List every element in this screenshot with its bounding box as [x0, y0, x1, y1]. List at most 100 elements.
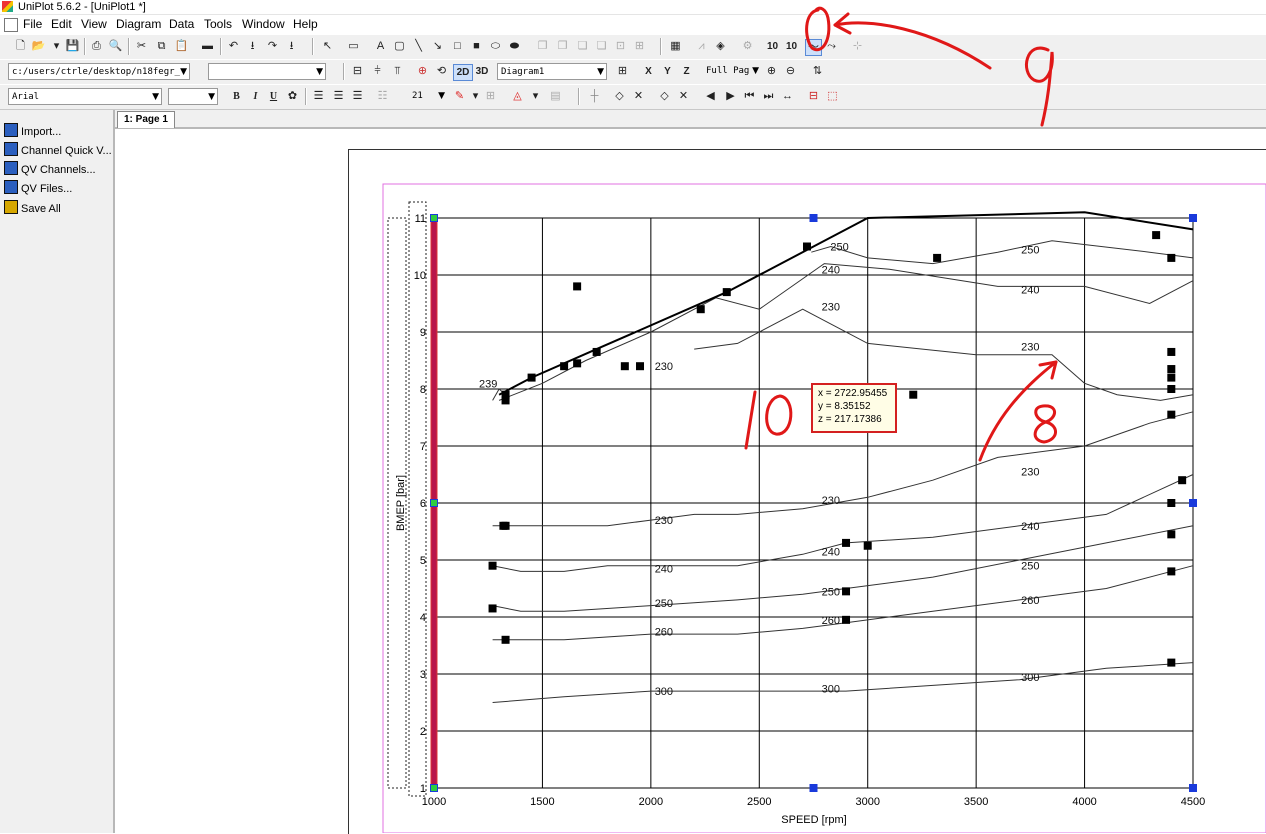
data-marker: [1167, 347, 1176, 356]
axis-handle: [431, 500, 437, 506]
tooltip-y: y = 8.35152: [818, 401, 871, 412]
x-tick-label: 4000: [1072, 796, 1096, 808]
annotation-arrow-8: [978, 360, 1058, 462]
contour-label: 300: [822, 683, 840, 695]
axis-handle: [431, 785, 437, 791]
y-tick-label: 5: [420, 555, 426, 567]
data-marker: [488, 604, 497, 613]
contour-label: 240: [822, 546, 840, 558]
y-tick-label: 10: [414, 270, 426, 282]
grid: [433, 217, 1194, 789]
y-tick-label: 3: [420, 669, 426, 681]
annotation-circle-mark: [805, 6, 831, 52]
y-tick-label: 4: [420, 612, 426, 624]
annotation-9: [1025, 46, 1054, 127]
contour-line-240: [492, 474, 1194, 572]
data-marker: [1167, 385, 1176, 393]
contour-label: 300: [655, 686, 673, 698]
data-marker: [1167, 567, 1176, 576]
tooltip-z: z = 217.17386: [818, 414, 882, 425]
y-tick-label: 6: [420, 498, 426, 510]
contour-label: 250: [655, 598, 673, 610]
contour-label: 260: [655, 626, 673, 638]
x-axis-label: SPEED [rpm]: [781, 814, 846, 826]
coordinate-tooltip: x = 2722.95455 y = 8.35152 z = 217.17386: [811, 383, 897, 433]
contour-label: 230: [822, 495, 840, 507]
contour-line-230: [694, 308, 1194, 401]
axis-handle: [431, 215, 437, 221]
contour-label: 230: [655, 515, 673, 527]
data-marker: [488, 561, 497, 570]
y-tick-label: 8: [420, 384, 426, 396]
contour-plot[interactable]: 2392502402302502402302302302302302402402…: [0, 0, 1266, 833]
contour-label: 230: [822, 301, 840, 313]
y-tick-label: 11: [415, 213, 426, 225]
data-marker: [560, 362, 569, 371]
data-marker: [1167, 365, 1176, 374]
contour-label: 260: [822, 615, 840, 627]
contour-label: 240: [1021, 521, 1039, 533]
x-tick-label: 4500: [1181, 796, 1205, 808]
x-tick-label: 3500: [964, 796, 988, 808]
contour-line-300: [492, 662, 1194, 703]
selection-handle[interactable]: [809, 784, 818, 792]
full-load-curve: [498, 211, 1194, 396]
x-tick-label: 2500: [747, 796, 771, 808]
contour-label: 250: [830, 242, 848, 254]
data-marker: [842, 538, 851, 547]
data-marker: [636, 362, 645, 371]
contour-label: 230: [1021, 341, 1039, 353]
selection-handle[interactable]: [1189, 784, 1197, 792]
y-tick-label: 1: [420, 783, 426, 795]
contour-line-250: [811, 240, 1194, 265]
data-marker: [1167, 253, 1176, 262]
data-marker: [527, 373, 536, 382]
data-marker: [802, 242, 811, 251]
axis-ticks: 1000 1500 2000 2500 3000 3500 4000 4500 1 2 3 4 5 6 7 8…: [414, 213, 1205, 808]
contour-label: 230: [655, 361, 673, 373]
data-marker: [501, 635, 510, 644]
annotation-arrow-9: [833, 21, 992, 70]
handwritten-annotations: [744, 6, 1058, 462]
data-marker: [592, 347, 601, 356]
contour-line-250: [492, 525, 1194, 612]
selection-handle[interactable]: [809, 214, 818, 222]
data-marker: [1167, 499, 1176, 507]
data-marker: [501, 521, 510, 530]
data-marker: [620, 362, 629, 371]
annotation-text-9: 9: [0, 0, 1, 1]
contour-line-260: [492, 565, 1194, 641]
contour-label: 260: [1021, 595, 1039, 607]
data-marker: [1167, 658, 1176, 667]
data-marker: [1167, 410, 1176, 419]
annotation-10-one: [744, 390, 757, 450]
x-tick-label: 1000: [422, 796, 446, 808]
x-tick-label: 1500: [530, 796, 554, 808]
contour-label: 239: [479, 378, 497, 390]
x-tick-label: 3000: [855, 796, 879, 808]
diagram-frame: [382, 183, 1266, 833]
selection-handle[interactable]: [1189, 499, 1197, 507]
x-tick-label: 2000: [639, 796, 663, 808]
contour-label: 240: [1021, 284, 1039, 296]
data-marker: [696, 305, 705, 314]
data-marker: [573, 282, 582, 291]
contour-label: 240: [655, 564, 673, 576]
contour-lines: [492, 240, 1194, 703]
data-marker: [1167, 373, 1176, 382]
y-tick-label: 9: [420, 327, 426, 339]
tooltip-x: x = 2722.95455: [818, 388, 888, 399]
data-marker: [1178, 476, 1187, 485]
full-load-line: [498, 211, 1194, 396]
y-axis-label: BMEP [bar]: [395, 475, 407, 531]
data-marker: [573, 359, 582, 368]
y-tick-label: 7: [420, 441, 426, 453]
data-marker: [501, 390, 510, 399]
data-marker: [1167, 530, 1176, 539]
annotation-10-zero: [765, 394, 793, 436]
selection-handle[interactable]: [1189, 214, 1197, 222]
data-marker: [933, 253, 942, 262]
contour-label: 250: [1021, 244, 1039, 256]
data-marker: [1152, 231, 1161, 240]
contour-label: 240: [822, 264, 840, 276]
